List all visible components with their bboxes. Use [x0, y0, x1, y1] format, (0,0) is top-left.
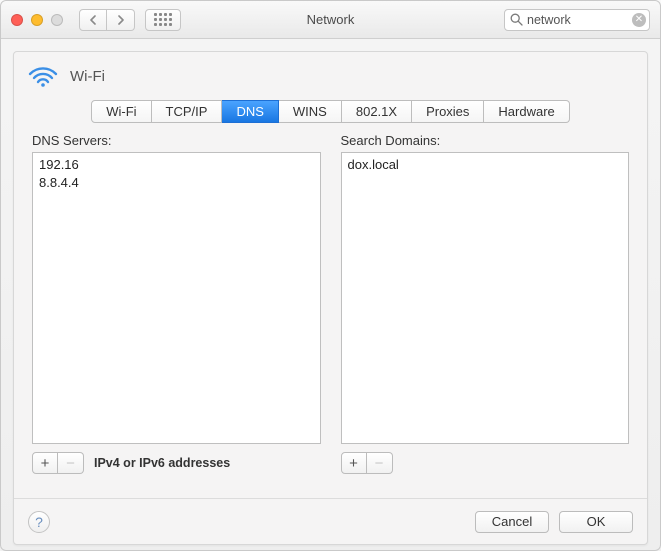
dns-servers-label: DNS Servers:	[32, 133, 321, 148]
question-icon: ?	[35, 514, 43, 530]
tab-hardware[interactable]: Hardware	[484, 100, 569, 123]
plus-icon: +	[349, 455, 358, 472]
ok-button[interactable]: OK	[559, 511, 633, 533]
dns-hint: IPv4 or IPv6 addresses	[94, 456, 230, 470]
remove-dns-button: −	[58, 452, 84, 474]
tab-tcpip[interactable]: TCP/IP	[152, 100, 223, 123]
list-item[interactable]: dox.local	[348, 156, 623, 174]
tab-wifi[interactable]: Wi-Fi	[91, 100, 151, 123]
chevron-right-icon	[117, 15, 125, 25]
zoom-window-button	[51, 14, 63, 26]
tabs: Wi-Fi TCP/IP DNS WINS 802.1X Proxies Har…	[91, 100, 570, 123]
minus-icon: −	[66, 455, 75, 472]
grid-icon	[154, 13, 172, 26]
plus-icon: +	[41, 455, 50, 472]
search-domains-list[interactable]: dox.local	[341, 152, 630, 444]
domains-add-remove: + −	[341, 452, 393, 474]
window-controls	[11, 14, 63, 26]
domains-list-controls: + −	[341, 452, 630, 474]
tab-wins[interactable]: WINS	[279, 100, 342, 123]
show-all-button[interactable]	[145, 9, 181, 31]
clear-search-button[interactable]: ✕	[632, 13, 646, 27]
cancel-button[interactable]: Cancel	[475, 511, 549, 533]
tab-dns[interactable]: DNS	[222, 100, 278, 123]
bottom-bar: ? Cancel OK	[14, 498, 647, 544]
back-button[interactable]	[79, 9, 107, 31]
connection-header: Wi-Fi	[14, 52, 647, 96]
nav-back-forward	[79, 9, 135, 31]
dns-servers-list[interactable]: 192.16 8.8.4.4	[32, 152, 321, 444]
tabbar: Wi-Fi TCP/IP DNS WINS 802.1X Proxies Har…	[14, 96, 647, 133]
minimize-window-button[interactable]	[31, 14, 43, 26]
tab-8021x[interactable]: 802.1X	[342, 100, 412, 123]
close-window-button[interactable]	[11, 14, 23, 26]
settings-sheet: Wi-Fi Wi-Fi TCP/IP DNS WINS 802.1X Proxi…	[13, 51, 648, 545]
search-input[interactable]	[504, 9, 650, 31]
minus-icon: −	[375, 455, 384, 472]
dns-add-remove: + −	[32, 452, 84, 474]
forward-button[interactable]	[107, 9, 135, 31]
dns-list-controls: + − IPv4 or IPv6 addresses	[32, 452, 321, 474]
x-icon: ✕	[635, 15, 643, 25]
search-domains-column: Search Domains: dox.local + −	[341, 133, 630, 474]
wifi-icon	[28, 64, 58, 88]
list-item[interactable]: 8.8.4.4	[39, 174, 314, 192]
search-container: ✕	[504, 9, 650, 31]
add-domain-button[interactable]: +	[341, 452, 367, 474]
remove-domain-button: −	[367, 452, 393, 474]
add-dns-button[interactable]: +	[32, 452, 58, 474]
dns-servers-column: DNS Servers: 192.16 8.8.4.4 + − IPv4 or …	[32, 133, 321, 474]
help-button[interactable]: ?	[28, 511, 50, 533]
content-columns: DNS Servers: 192.16 8.8.4.4 + − IPv4 or …	[14, 133, 647, 474]
list-item[interactable]: 192.16	[39, 156, 314, 174]
search-icon	[510, 13, 523, 26]
chevron-left-icon	[89, 15, 97, 25]
network-prefs-window: Network ✕ Wi-Fi Wi-Fi TCP/IP DNS WIN	[0, 0, 661, 551]
titlebar: Network ✕	[1, 1, 660, 39]
connection-name: Wi-Fi	[70, 68, 105, 85]
tab-proxies[interactable]: Proxies	[412, 100, 484, 123]
search-domains-label: Search Domains:	[341, 133, 630, 148]
